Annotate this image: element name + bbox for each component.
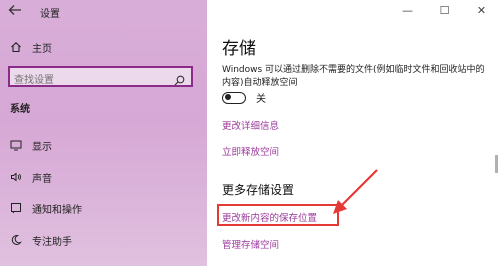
app-title: 设置 xyxy=(40,9,60,20)
notification-icon xyxy=(10,202,22,214)
speaker-icon xyxy=(10,171,22,183)
back-arrow-icon-glyph xyxy=(8,5,21,15)
moon-icon xyxy=(10,234,22,246)
search-input[interactable] xyxy=(14,72,164,89)
search-icon[interactable] xyxy=(174,71,185,90)
sidebar-item-display[interactable]: 显示 xyxy=(0,134,207,156)
sidebar-item-focus-assist[interactable]: 专注助手 xyxy=(0,229,207,251)
sidebar-item-label: 显示 xyxy=(32,141,52,153)
home-icon xyxy=(10,41,22,53)
section-title: 系统 xyxy=(10,104,30,115)
sidebar-item-label: 声音 xyxy=(32,173,52,185)
sidebar-item-sound[interactable]: 声音 xyxy=(0,166,207,188)
sidebar-item-label: 专注助手 xyxy=(32,236,72,248)
search-field[interactable] xyxy=(8,66,193,90)
sidebar-item-home[interactable]: 主页 xyxy=(0,36,207,58)
monitor-icon xyxy=(10,139,22,151)
annotation-arrow xyxy=(333,169,378,214)
sidebar: 设置 主页 系统 显示 声音 通知和操作 专注助手 xyxy=(0,0,207,266)
main-content: — ☐ ✕ 存储 Windows 可以通过删除不需要的文件(例如临时文件和回收站… xyxy=(207,0,500,266)
sidebar-item-label: 通知和操作 xyxy=(32,204,82,216)
back-arrow-icon[interactable] xyxy=(8,4,26,20)
sidebar-item-label: 主页 xyxy=(32,43,52,55)
sidebar-item-notifications[interactable]: 通知和操作 xyxy=(0,197,207,219)
